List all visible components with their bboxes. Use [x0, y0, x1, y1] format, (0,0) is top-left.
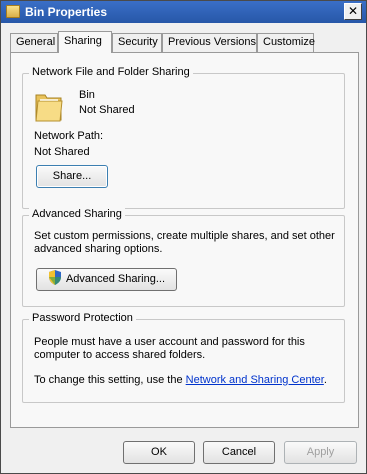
network-path-label: Network Path: — [34, 130, 104, 142]
tab-customize[interactable]: Customize — [257, 33, 315, 52]
change-setting-prefix: To change this setting, use the — [34, 374, 186, 386]
group-label: Advanced Sharing — [29, 208, 125, 220]
change-setting-suffix: . — [323, 374, 327, 386]
change-setting-text: To change this setting, use the Network … — [34, 374, 327, 386]
network-sharing-center-link[interactable]: Network and Sharing Center — [186, 374, 324, 386]
ok-button[interactable]: OK — [123, 441, 195, 464]
apply-button[interactable]: Apply — [284, 441, 357, 464]
group-label: Network File and Folder Sharing — [29, 66, 193, 78]
network-path-value: Not Shared — [34, 146, 90, 158]
folder-share-status: Not Shared — [79, 104, 135, 116]
group-label: Password Protection — [29, 312, 136, 324]
advanced-sharing-description-line1: Set custom permissions, create multiple … — [34, 230, 335, 242]
shared-folder-icon — [35, 94, 63, 122]
properties-dialog: Bin Properties ✕ General Sharing Securit… — [0, 0, 367, 474]
password-protection-group: Password Protection People must have a u… — [22, 312, 345, 403]
tab-sharing[interactable]: Sharing — [58, 31, 112, 53]
window-title: Bin Properties — [25, 5, 108, 19]
advanced-sharing-description-line2: advanced sharing options. — [34, 243, 163, 255]
folder-icon — [6, 5, 20, 18]
password-description-line2: computer to access shared folders. — [34, 349, 206, 361]
tab-previous-versions[interactable]: Previous Versions — [162, 33, 257, 52]
network-sharing-group: Network File and Folder Sharing Bin Not … — [22, 66, 345, 209]
advanced-sharing-group: Advanced Sharing Set custom permissions,… — [22, 208, 345, 307]
uac-shield-icon — [48, 270, 61, 285]
cancel-button[interactable]: Cancel — [203, 441, 275, 464]
share-button[interactable]: Share... — [36, 165, 108, 188]
folder-name: Bin — [79, 89, 95, 101]
password-description-line1: People must have a user account and pass… — [34, 336, 305, 348]
close-button[interactable]: ✕ — [344, 3, 362, 20]
advanced-sharing-button[interactable]: Advanced Sharing... — [36, 268, 177, 291]
tab-security[interactable]: Security — [112, 33, 162, 52]
advanced-sharing-button-label: Advanced Sharing... — [65, 273, 166, 285]
tab-general[interactable]: General — [10, 33, 58, 52]
sharing-tab-panel: Network File and Folder Sharing Bin Not … — [10, 52, 359, 428]
title-bar[interactable]: Bin Properties ✕ — [1, 1, 366, 23]
